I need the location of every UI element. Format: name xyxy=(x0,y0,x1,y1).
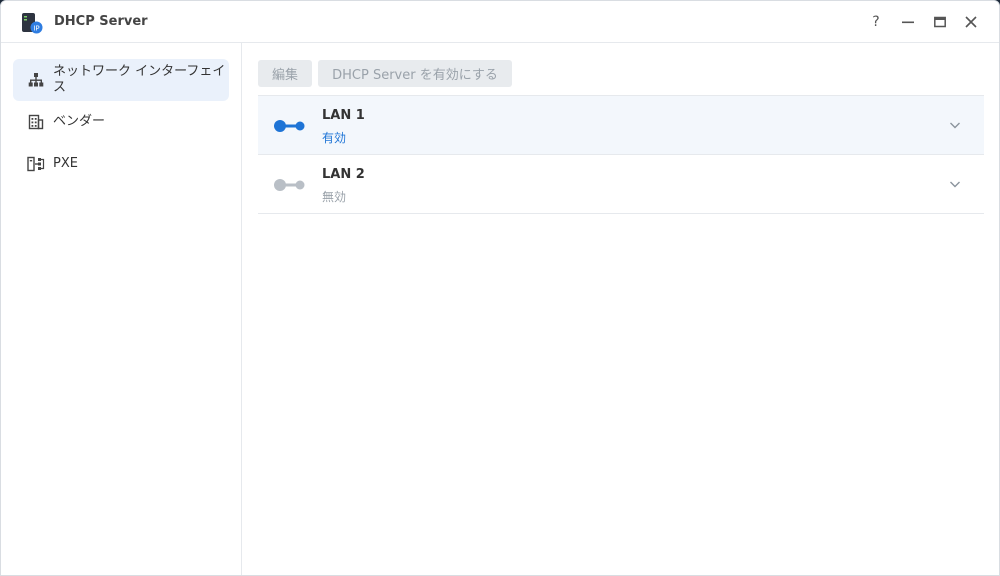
chevron-down-icon[interactable] xyxy=(948,177,962,191)
window-title: DHCP Server xyxy=(54,14,148,29)
sidebar-item-network-interface[interactable]: ネットワーク インターフェイス xyxy=(13,59,229,101)
minimize-icon xyxy=(902,21,914,24)
interface-name: LAN 2 xyxy=(322,167,365,182)
title-bar: IP DHCP Server ? xyxy=(1,1,999,43)
connection-enabled-icon xyxy=(274,120,305,132)
edit-button[interactable]: 編集 xyxy=(258,60,312,87)
svg-text:IP: IP xyxy=(33,25,39,33)
sidebar-item-label: PXE xyxy=(53,156,78,171)
dhcp-server-window: IP DHCP Server ? ネットワーク インターフェイス ベンダー PX… xyxy=(0,0,1000,576)
enable-dhcp-server-button[interactable]: DHCP Server を有効にする xyxy=(318,60,512,87)
help-button[interactable]: ? xyxy=(865,11,887,33)
sidebar-item-label: ネットワーク インターフェイス xyxy=(53,64,226,95)
sidebar: ネットワーク インターフェイス ベンダー PXE xyxy=(1,43,242,575)
connection-disabled-icon xyxy=(274,179,305,191)
minimize-button[interactable] xyxy=(897,11,919,33)
help-icon: ? xyxy=(872,14,880,30)
building-icon xyxy=(27,113,45,131)
maximize-icon xyxy=(934,16,946,28)
maximize-button[interactable] xyxy=(929,11,951,33)
close-icon xyxy=(965,16,977,28)
network-tree-icon xyxy=(27,71,45,89)
close-button[interactable] xyxy=(960,11,982,33)
interface-name: LAN 1 xyxy=(322,108,365,123)
sidebar-item-vendor[interactable]: ベンダー xyxy=(13,105,229,139)
interface-row-lan1[interactable]: LAN 1 有効 xyxy=(258,96,984,155)
dhcp-server-app-icon: IP xyxy=(22,13,43,34)
chevron-down-icon[interactable] xyxy=(948,118,962,132)
pxe-icon xyxy=(27,155,45,173)
sidebar-item-pxe[interactable]: PXE xyxy=(13,147,229,181)
interface-row-lan2[interactable]: LAN 2 無効 xyxy=(258,155,984,214)
sidebar-item-label: ベンダー xyxy=(53,114,106,129)
interface-status: 有効 xyxy=(322,131,347,145)
interface-status: 無効 xyxy=(322,190,347,204)
interface-list: LAN 1 有効 LAN 2 無効 xyxy=(258,95,984,214)
